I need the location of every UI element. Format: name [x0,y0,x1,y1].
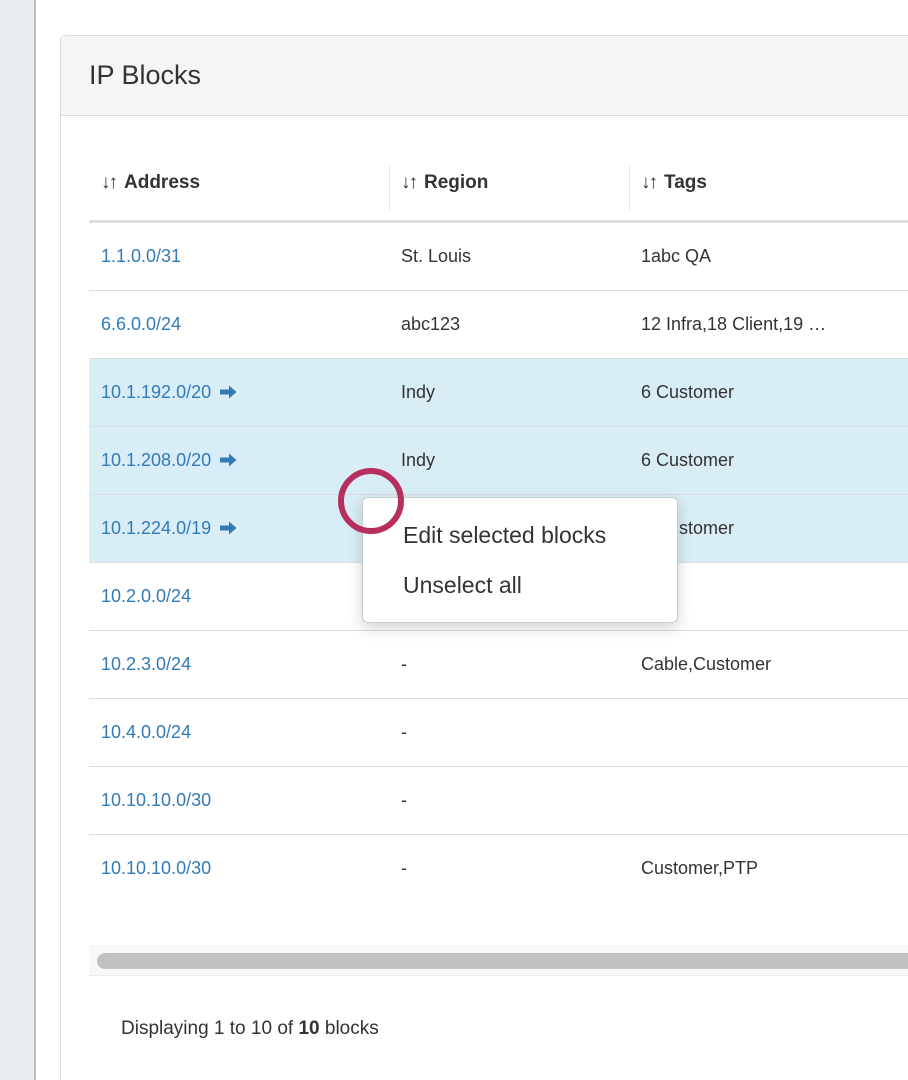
column-header-address[interactable]: ↓↑ Address [89,136,389,222]
tags-cell: Cable,Customer [629,631,908,699]
address-link[interactable]: 10.2.0.0/24 [101,586,191,606]
table-row[interactable]: 10.4.0.0/24 - [89,699,908,767]
tags-cell: 6 Customer [629,427,908,495]
status-suffix: blocks [320,1018,379,1039]
table-row[interactable]: 1.1.0.0/31 St. Louis 1abc QA [89,222,908,291]
table-header-row: ↓↑ Address ↓↑ Region ↓↑ Tags [89,136,908,222]
tags-cell [629,767,908,835]
table-row[interactable]: 10.1.192.0/20 Indy 6 Customer [89,359,908,427]
region-cell: - [389,699,629,767]
region-cell: Indy [389,427,629,495]
sort-icon: ↓↑ [101,172,116,193]
sort-icon: ↓↑ [401,172,416,193]
tags-cell: 1abc QA [629,222,908,291]
right-arrow-icon [220,521,237,535]
column-header-tags[interactable]: ↓↑ Tags [629,136,908,222]
column-header-region[interactable]: ↓↑ Region [389,136,629,222]
address-cell: 10.1.192.0/20 [89,359,389,427]
address-cell: 1.1.0.0/31 [89,222,389,291]
table-row[interactable]: 10.1.208.0/20 Indy 6 Customer [89,427,908,495]
panel-header: IP Blocks [61,36,908,116]
address-link[interactable]: 10.10.10.0/30 [101,790,211,810]
sidebar-edge [0,0,36,1080]
region-cell: - [389,631,629,699]
column-label: Tags [664,172,707,193]
address-link[interactable]: 6.6.0.0/24 [101,314,181,334]
address-link[interactable]: 1.1.0.0/31 [101,246,181,266]
click-indicator-ring [338,468,404,534]
region-cell: abc123 [389,291,629,359]
right-arrow-icon [220,385,237,399]
region-cell: - [389,767,629,835]
address-link[interactable]: 10.1.208.0/20 [101,450,211,470]
status-prefix: Displaying 1 to 10 of [121,1018,298,1039]
address-cell: 10.10.10.0/30 [89,835,389,903]
tags-cell [629,699,908,767]
column-label: Region [424,172,488,193]
horizontal-scrollbar-thumb[interactable] [97,953,908,969]
region-cell: Indy [389,359,629,427]
horizontal-scrollbar-track[interactable] [89,946,908,976]
tags-cell: Customer,PTP [629,835,908,903]
context-menu: Edit selected blocks Unselect all [362,497,678,623]
address-cell: 10.10.10.0/30 [89,767,389,835]
table-row[interactable]: 6.6.0.0/24 abc123 12 Infra,18 Client,19 … [89,291,908,359]
address-cell: 10.2.0.0/24 [89,563,389,631]
region-cell: - [389,835,629,903]
tags-cell: 6 Customer [629,359,908,427]
sort-icon: ↓↑ [641,172,656,193]
pagination-status: Displaying 1 to 10 of 10 blocks [121,1018,908,1040]
address-link[interactable]: 10.1.192.0/20 [101,382,211,402]
table-row[interactable]: 10.2.3.0/24 - Cable,Customer [89,631,908,699]
app-viewport: IP Blocks ↓↑ Address ↓↑ Region ↓↑ Tags [0,0,908,1080]
table-row[interactable]: 10.10.10.0/30 - [89,767,908,835]
menu-item-unselect-all[interactable]: Unselect all [363,560,677,610]
address-link[interactable]: 10.4.0.0/24 [101,722,191,742]
address-link[interactable]: 10.10.10.0/30 [101,858,211,878]
tags-cell: 12 Infra,18 Client,19 … [629,291,908,359]
address-cell: 10.4.0.0/24 [89,699,389,767]
address-link[interactable]: 10.2.3.0/24 [101,654,191,674]
address-cell: 6.6.0.0/24 [89,291,389,359]
address-cell: 10.2.3.0/24 [89,631,389,699]
menu-item-edit-selected-blocks[interactable]: Edit selected blocks [363,510,677,560]
status-total: 10 [298,1018,319,1039]
address-link[interactable]: 10.1.224.0/19 [101,518,211,538]
region-cell: St. Louis [389,222,629,291]
column-label: Address [124,172,200,193]
page-title: IP Blocks [89,60,201,91]
right-arrow-icon [220,453,237,467]
table-row[interactable]: 10.10.10.0/30 - Customer,PTP [89,835,908,903]
